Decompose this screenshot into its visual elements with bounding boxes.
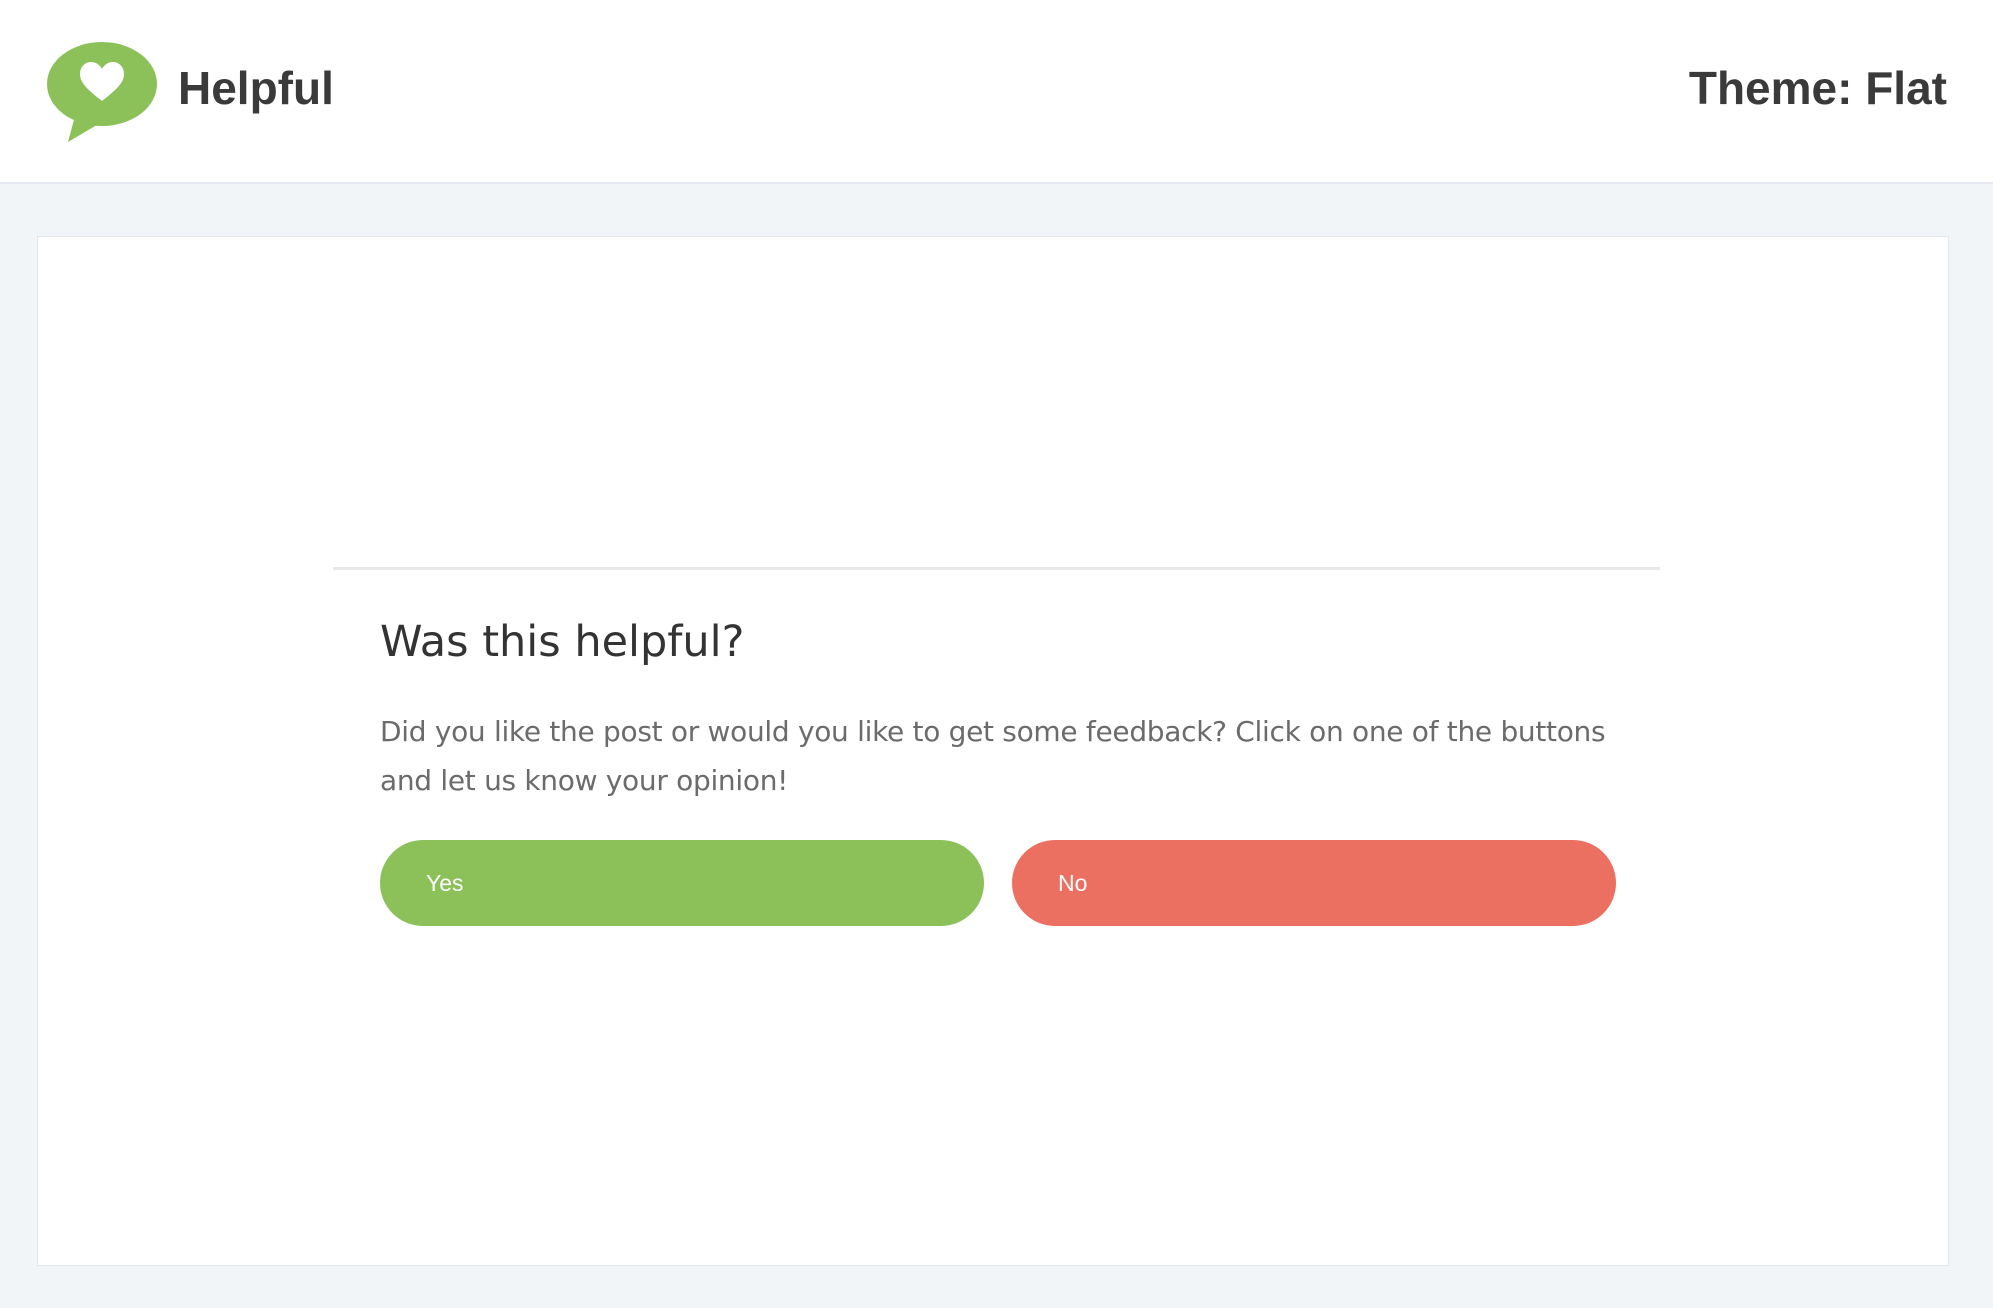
preview-card: Was this helpful? Did you like the post …: [37, 236, 1949, 1266]
widget-heading: Was this helpful?: [380, 617, 745, 667]
brand-name: Helpful: [178, 62, 334, 114]
widget-content: Did you like the post or would you like …: [380, 715, 1606, 797]
no-button[interactable]: No: [1012, 840, 1616, 926]
divider: [333, 567, 1660, 570]
theme-label: Theme: Flat: [1688, 62, 1947, 114]
yes-button[interactable]: Yes: [380, 840, 984, 926]
helpful-widget: Was this helpful? Did you like the post …: [380, 613, 1616, 805]
vote-buttons: Yes No: [380, 840, 1616, 926]
top-header: Helpful Theme: Flat: [0, 0, 1993, 184]
heart-speech-bubble-icon: [47, 42, 157, 142]
